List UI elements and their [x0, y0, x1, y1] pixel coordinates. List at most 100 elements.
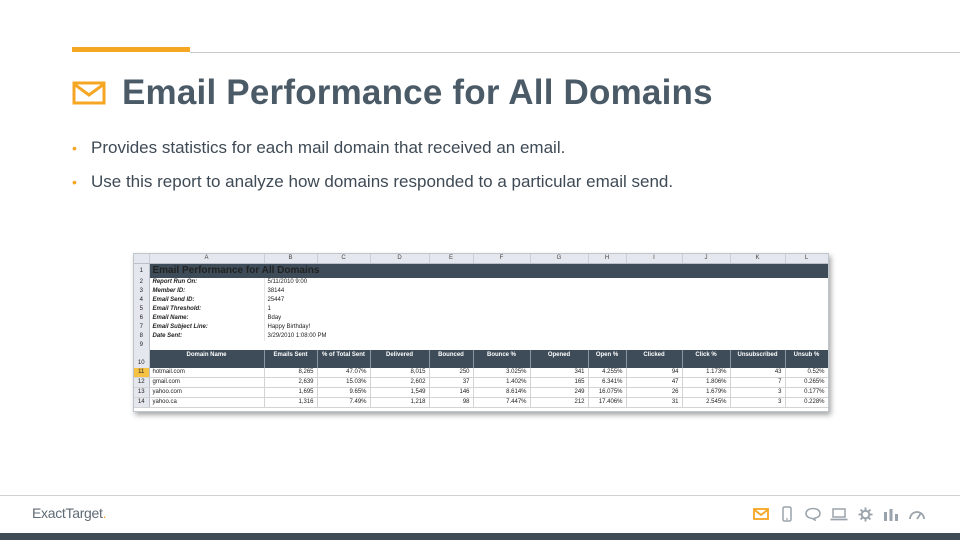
column-letter: A	[149, 254, 265, 264]
table-cell: 47	[626, 377, 683, 388]
domain-cell: gmail.com	[149, 377, 265, 388]
table-cell: 1,695	[264, 387, 318, 398]
table-cell: 2,639	[264, 377, 318, 388]
table-cell: 17.406%	[588, 397, 627, 408]
bullet-item: • Provides statistics for each mail domai…	[72, 138, 673, 158]
sheet-title: Email Performance for All Domains	[149, 263, 828, 278]
column-header: Click %	[682, 350, 731, 368]
column-letter: B	[264, 254, 318, 264]
row-number: 14	[134, 397, 150, 408]
table-cell: 7	[730, 377, 786, 388]
column-header: Delivered	[370, 350, 430, 368]
chat-icon	[804, 506, 822, 522]
row-number: 4	[134, 296, 150, 305]
table-cell: 7.447%	[473, 397, 531, 408]
table-cell: 4.255%	[588, 368, 627, 378]
meta-label: Email Threshold:	[149, 305, 265, 314]
table-cell: 9.65%	[317, 387, 371, 398]
spreadsheet-table: A B C D E F G H I J K L 1 Email Performa…	[134, 254, 828, 408]
column-header: Open %	[588, 350, 627, 368]
page-title: Email Performance for All Domains	[122, 73, 713, 112]
table-cell: 3	[730, 397, 786, 408]
logo-mark: .	[102, 505, 107, 521]
blank-cell	[149, 341, 828, 350]
row-number: 2	[134, 278, 150, 287]
table-header-row: 10 Domain Name Emails Sent % of Total Se…	[134, 350, 828, 368]
row-number: 3	[134, 287, 150, 296]
table-cell: 250	[429, 368, 474, 378]
domain-cell: hotmail.com	[149, 368, 265, 378]
title-row: Email Performance for All Domains	[72, 70, 713, 116]
corner-cell	[134, 254, 150, 264]
gear-icon	[856, 506, 874, 522]
table-cell: 0.265%	[785, 377, 828, 388]
table-cell: 1.402%	[473, 377, 531, 388]
table-row: 14 yahoo.ca 1,316 7.49% 1,218 98 7.447% …	[134, 397, 828, 408]
table-cell: 2,602	[370, 377, 430, 388]
table-cell: 165	[530, 377, 589, 388]
bullet-item: • Use this report to analyze how domains …	[72, 172, 673, 192]
bullet-dot: •	[72, 140, 77, 156]
spreadsheet-screenshot: A B C D E F G H I J K L 1 Email Performa…	[133, 253, 829, 412]
meta-value: 3/29/2010 1:08:00 PM	[264, 332, 828, 341]
column-letter: L	[785, 254, 828, 264]
row-number: 11	[134, 368, 150, 378]
bottom-band	[0, 533, 960, 540]
row-number: 5	[134, 305, 150, 314]
table-row: 11 hotmail.com 8,265 47.07% 8,015 250 3.…	[134, 368, 828, 378]
table-cell: 0.177%	[785, 387, 828, 398]
meta-row: 4 Email Send ID: 25447	[134, 296, 828, 305]
meta-row: 3 Member ID: 38144	[134, 287, 828, 296]
meta-row: 8 Date Sent: 3/29/2010 1:08:00 PM	[134, 332, 828, 341]
meta-label: Member ID:	[149, 287, 265, 296]
table-cell: 94	[626, 368, 683, 378]
table-cell: 1,316	[264, 397, 318, 408]
column-letter: G	[530, 254, 589, 264]
bullet-dot: •	[72, 174, 77, 190]
meta-row: 5 Email Threshold: 1	[134, 305, 828, 314]
bar-chart-icon	[882, 506, 900, 522]
column-letter: K	[730, 254, 786, 264]
column-header: Bounce %	[473, 350, 531, 368]
laptop-icon	[830, 506, 848, 522]
table-cell: 1.806%	[682, 377, 731, 388]
domain-cell: yahoo.ca	[149, 397, 265, 408]
table-cell: 15.03%	[317, 377, 371, 388]
column-letter: E	[429, 254, 474, 264]
meta-row: 7 Email Subject Line: Happy Birthday!	[134, 323, 828, 332]
column-header: Unsub %	[785, 350, 828, 368]
column-letter: F	[473, 254, 531, 264]
table-cell: 8,265	[264, 368, 318, 378]
mail-icon	[752, 506, 770, 522]
bullet-text: Use this report to analyze how domains r…	[91, 172, 674, 191]
meta-label: Date Sent:	[149, 332, 265, 341]
table-cell: 7.49%	[317, 397, 371, 408]
meta-row: 6 Email Name: Bday	[134, 314, 828, 323]
table-cell: 47.07%	[317, 368, 371, 378]
table-cell: 16.075%	[588, 387, 627, 398]
row-number: 8	[134, 332, 150, 341]
blank-row: 9	[134, 341, 828, 350]
sheet-title-row: 1 Email Performance for All Domains	[134, 263, 828, 278]
table-cell: 37	[429, 377, 474, 388]
column-letter: I	[626, 254, 683, 264]
meta-label: Email Name:	[149, 314, 265, 323]
column-header: Domain Name	[149, 350, 265, 368]
row-number: 1	[134, 263, 150, 278]
footer-divider	[0, 495, 960, 496]
meta-value: Happy Birthday!	[264, 323, 828, 332]
table-cell: 146	[429, 387, 474, 398]
column-header: Emails Sent	[264, 350, 318, 368]
row-number: 12	[134, 377, 150, 388]
table-row: 12 gmail.com 2,639 15.03% 2,602 37 1.402…	[134, 377, 828, 388]
table-cell: 3.025%	[473, 368, 531, 378]
column-header: Unsubscribed	[730, 350, 786, 368]
exacttarget-logo: ExactTarget.	[32, 505, 106, 521]
mobile-icon	[778, 506, 796, 522]
table-cell: 0.228%	[785, 397, 828, 408]
column-letter: C	[317, 254, 371, 264]
table-cell: 1.679%	[682, 387, 731, 398]
table-cell: 6.341%	[588, 377, 627, 388]
top-divider	[190, 52, 960, 53]
table-cell: 8.614%	[473, 387, 531, 398]
